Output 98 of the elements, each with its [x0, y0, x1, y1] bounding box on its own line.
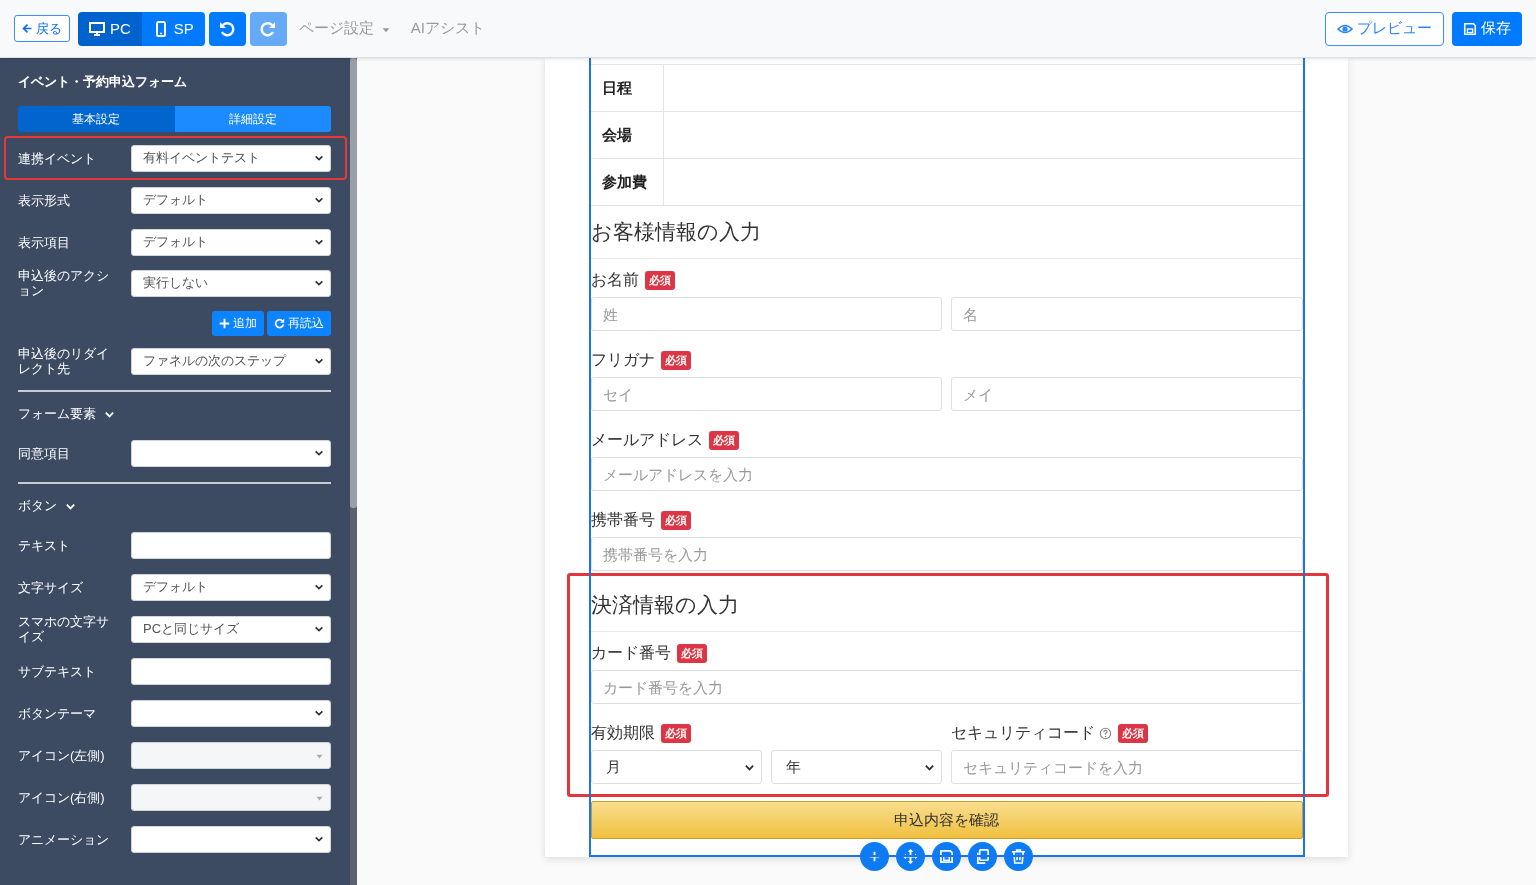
- text-field[interactable]: [131, 531, 331, 559]
- chevron-down-icon: [314, 582, 324, 592]
- scrollbar-thumb[interactable]: [350, 58, 357, 508]
- chevron-down-icon: [314, 834, 324, 844]
- select-field[interactable]: [131, 699, 331, 727]
- undo-icon: [218, 19, 237, 38]
- trash-icon: [1011, 849, 1026, 864]
- input-field[interactable]: セキュリティコードを入力: [951, 750, 1303, 784]
- save-button[interactable]: [932, 842, 961, 871]
- required-badge: 必須: [644, 270, 675, 290]
- panel-title: イベント・予約申込フォーム: [18, 73, 188, 91]
- scrollbar[interactable]: [350, 58, 357, 885]
- table-cell: 会場: [590, 111, 663, 159]
- chevron-down-icon: [314, 278, 324, 288]
- required-badge: 必須: [676, 643, 707, 663]
- preview-button[interactable]: プレビュー: [1325, 11, 1444, 46]
- add-button[interactable]: [860, 842, 889, 871]
- field-label: 表示形式: [18, 192, 71, 208]
- field-label: カード番号: [590, 642, 671, 663]
- field-label: 文字サイズ: [18, 579, 84, 595]
- field-label: 連携イベント: [18, 150, 97, 166]
- select-field[interactable]: ファネルの次のステップ: [131, 347, 331, 375]
- chevron-down-icon: [314, 356, 324, 366]
- required-badge: 必須: [660, 723, 691, 743]
- input-field[interactable]: セイ: [590, 377, 942, 411]
- select-field[interactable]: 実行しない: [131, 269, 331, 297]
- monitor-icon: [89, 20, 105, 37]
- chevron-down-icon: [314, 195, 324, 205]
- select-field[interactable]: [131, 825, 331, 853]
- section-heading: 決済情報の入力: [590, 579, 1303, 632]
- text-field[interactable]: [131, 657, 331, 685]
- chevron-down-icon: [314, 708, 324, 718]
- field-label: メールアドレス: [590, 429, 703, 450]
- field-label: 有効期限: [590, 722, 655, 743]
- save-button[interactable]: 保存: [1452, 11, 1522, 46]
- select-field[interactable]: デフォルト: [131, 573, 331, 601]
- chevron-down-icon: [314, 448, 324, 458]
- required-badge: 必須: [708, 430, 739, 450]
- field-label: 表示項目: [18, 234, 71, 250]
- input-field[interactable]: 携帯番号を入力: [590, 537, 1303, 571]
- field-label: スマホの文字サイズ: [18, 614, 110, 644]
- field-label: 申込後のリダイレクト先: [18, 346, 110, 376]
- section-heading: お客様情報の入力: [590, 206, 1303, 259]
- select-field[interactable]: 月: [590, 750, 762, 784]
- icon-picker[interactable]: [131, 783, 331, 811]
- chevron-down-icon: [314, 624, 324, 634]
- input-field[interactable]: カード番号を入力: [590, 670, 1303, 704]
- required-badge: 必須: [660, 510, 691, 530]
- reload-icon: [274, 318, 285, 329]
- section-toggle[interactable]: フォーム要素: [18, 396, 331, 432]
- save-icon: [939, 849, 954, 864]
- plus-icon: [219, 318, 230, 329]
- field-label: セキュリティコード: [951, 722, 1095, 743]
- required-badge: 必須: [1118, 723, 1148, 743]
- input-field[interactable]: メールアドレスを入力: [590, 457, 1303, 491]
- field-label: 同意項目: [18, 445, 71, 461]
- copy-button[interactable]: [968, 842, 997, 871]
- select-field[interactable]: PCと同じサイズ: [131, 615, 331, 643]
- icon-picker[interactable]: [131, 741, 331, 769]
- save-icon: [1463, 21, 1477, 36]
- input-field[interactable]: メイ: [951, 377, 1303, 411]
- field-label: 申込後のアクション: [18, 268, 110, 298]
- back-button[interactable]: 戻る: [14, 15, 70, 42]
- undo-button[interactable]: [208, 11, 246, 46]
- field-label: アニメーション: [18, 831, 110, 847]
- device-toggle[interactable]: SP: [141, 11, 205, 46]
- move-button[interactable]: [896, 842, 925, 871]
- delete-button[interactable]: [1004, 842, 1033, 871]
- required-badge: 必須: [660, 350, 691, 370]
- arrow-left-icon: [22, 23, 33, 34]
- redo-icon: [259, 19, 278, 38]
- table-cell: 参加費: [590, 158, 663, 206]
- field-label: ボタンテーマ: [18, 705, 97, 721]
- section-toggle[interactable]: ボタン: [18, 488, 331, 524]
- select-field[interactable]: デフォルト: [131, 228, 331, 256]
- copy-icon: [975, 849, 990, 864]
- field-label: 携帯番号: [590, 509, 655, 530]
- field-label: アイコン(左側): [18, 747, 106, 763]
- select-field[interactable]: [131, 439, 331, 467]
- add-button[interactable]: 追加: [212, 311, 264, 336]
- chevron-down-icon: [314, 237, 324, 247]
- input-field[interactable]: 姓: [590, 297, 942, 331]
- device-toggle[interactable]: PC: [78, 11, 142, 46]
- reload-button[interactable]: 再読込: [267, 311, 331, 336]
- field-label: フリガナ: [590, 349, 655, 370]
- chevron-down-icon: [314, 153, 324, 163]
- field-label: テキスト: [18, 537, 71, 553]
- input-field[interactable]: 名: [951, 297, 1303, 331]
- confirm-button[interactable]: 申込内容を確認: [590, 801, 1303, 839]
- field-label: アイコン(右側): [18, 789, 106, 805]
- settings-tab[interactable]: 基本設定: [18, 106, 175, 132]
- field-label: お名前: [590, 269, 639, 290]
- field-label: サブテキスト: [18, 663, 97, 679]
- move-icon: [903, 849, 918, 864]
- table-cell: 日程: [590, 64, 663, 112]
- select-field[interactable]: 有料イベントテスト: [131, 144, 331, 172]
- select-field[interactable]: デフォルト: [131, 186, 331, 214]
- select-field[interactable]: 年: [770, 750, 942, 784]
